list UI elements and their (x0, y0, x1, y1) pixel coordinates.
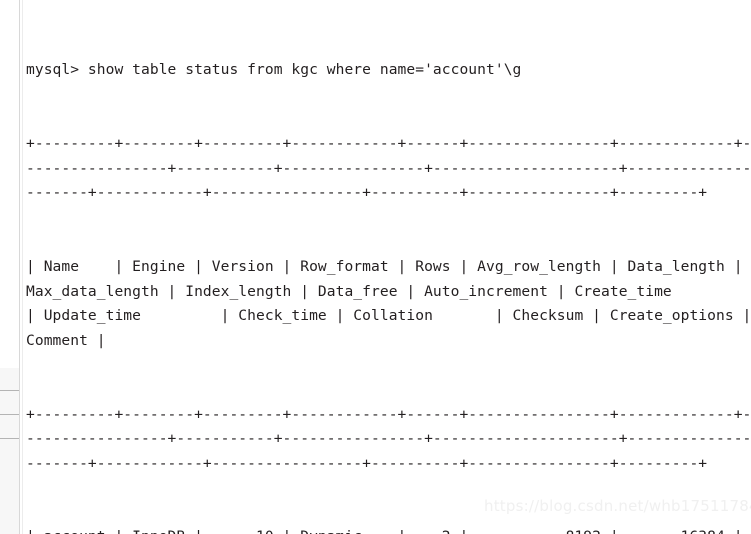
table-separator-top: +---------+--------+---------+----------… (26, 134, 751, 202)
gutter-edge-line (19, 0, 20, 534)
table-separator-middle: +---------+--------+---------+----------… (26, 405, 751, 472)
table-data-row: | account | InnoDB | 10 | Dynamic | 2 | … (26, 525, 751, 534)
left-gutter (0, 0, 19, 534)
gutter-rule (0, 414, 19, 415)
terminal-output[interactable]: mysql> show table status from kgc where … (26, 9, 751, 534)
gutter-rule (0, 390, 19, 391)
table-header-row: | Name | Engine | Version | Row_format |… (26, 257, 751, 349)
terminal-screenshot: mysql> show table status from kgc where … (0, 0, 751, 534)
gutter-panel (0, 368, 19, 534)
csdn-watermark: https://blog.csdn.net/whb1751178448 (484, 497, 751, 515)
terminal-left-border (22, 0, 23, 534)
gutter-rule (0, 438, 19, 439)
command-line: mysql> show table status from kgc where … (26, 61, 522, 79)
